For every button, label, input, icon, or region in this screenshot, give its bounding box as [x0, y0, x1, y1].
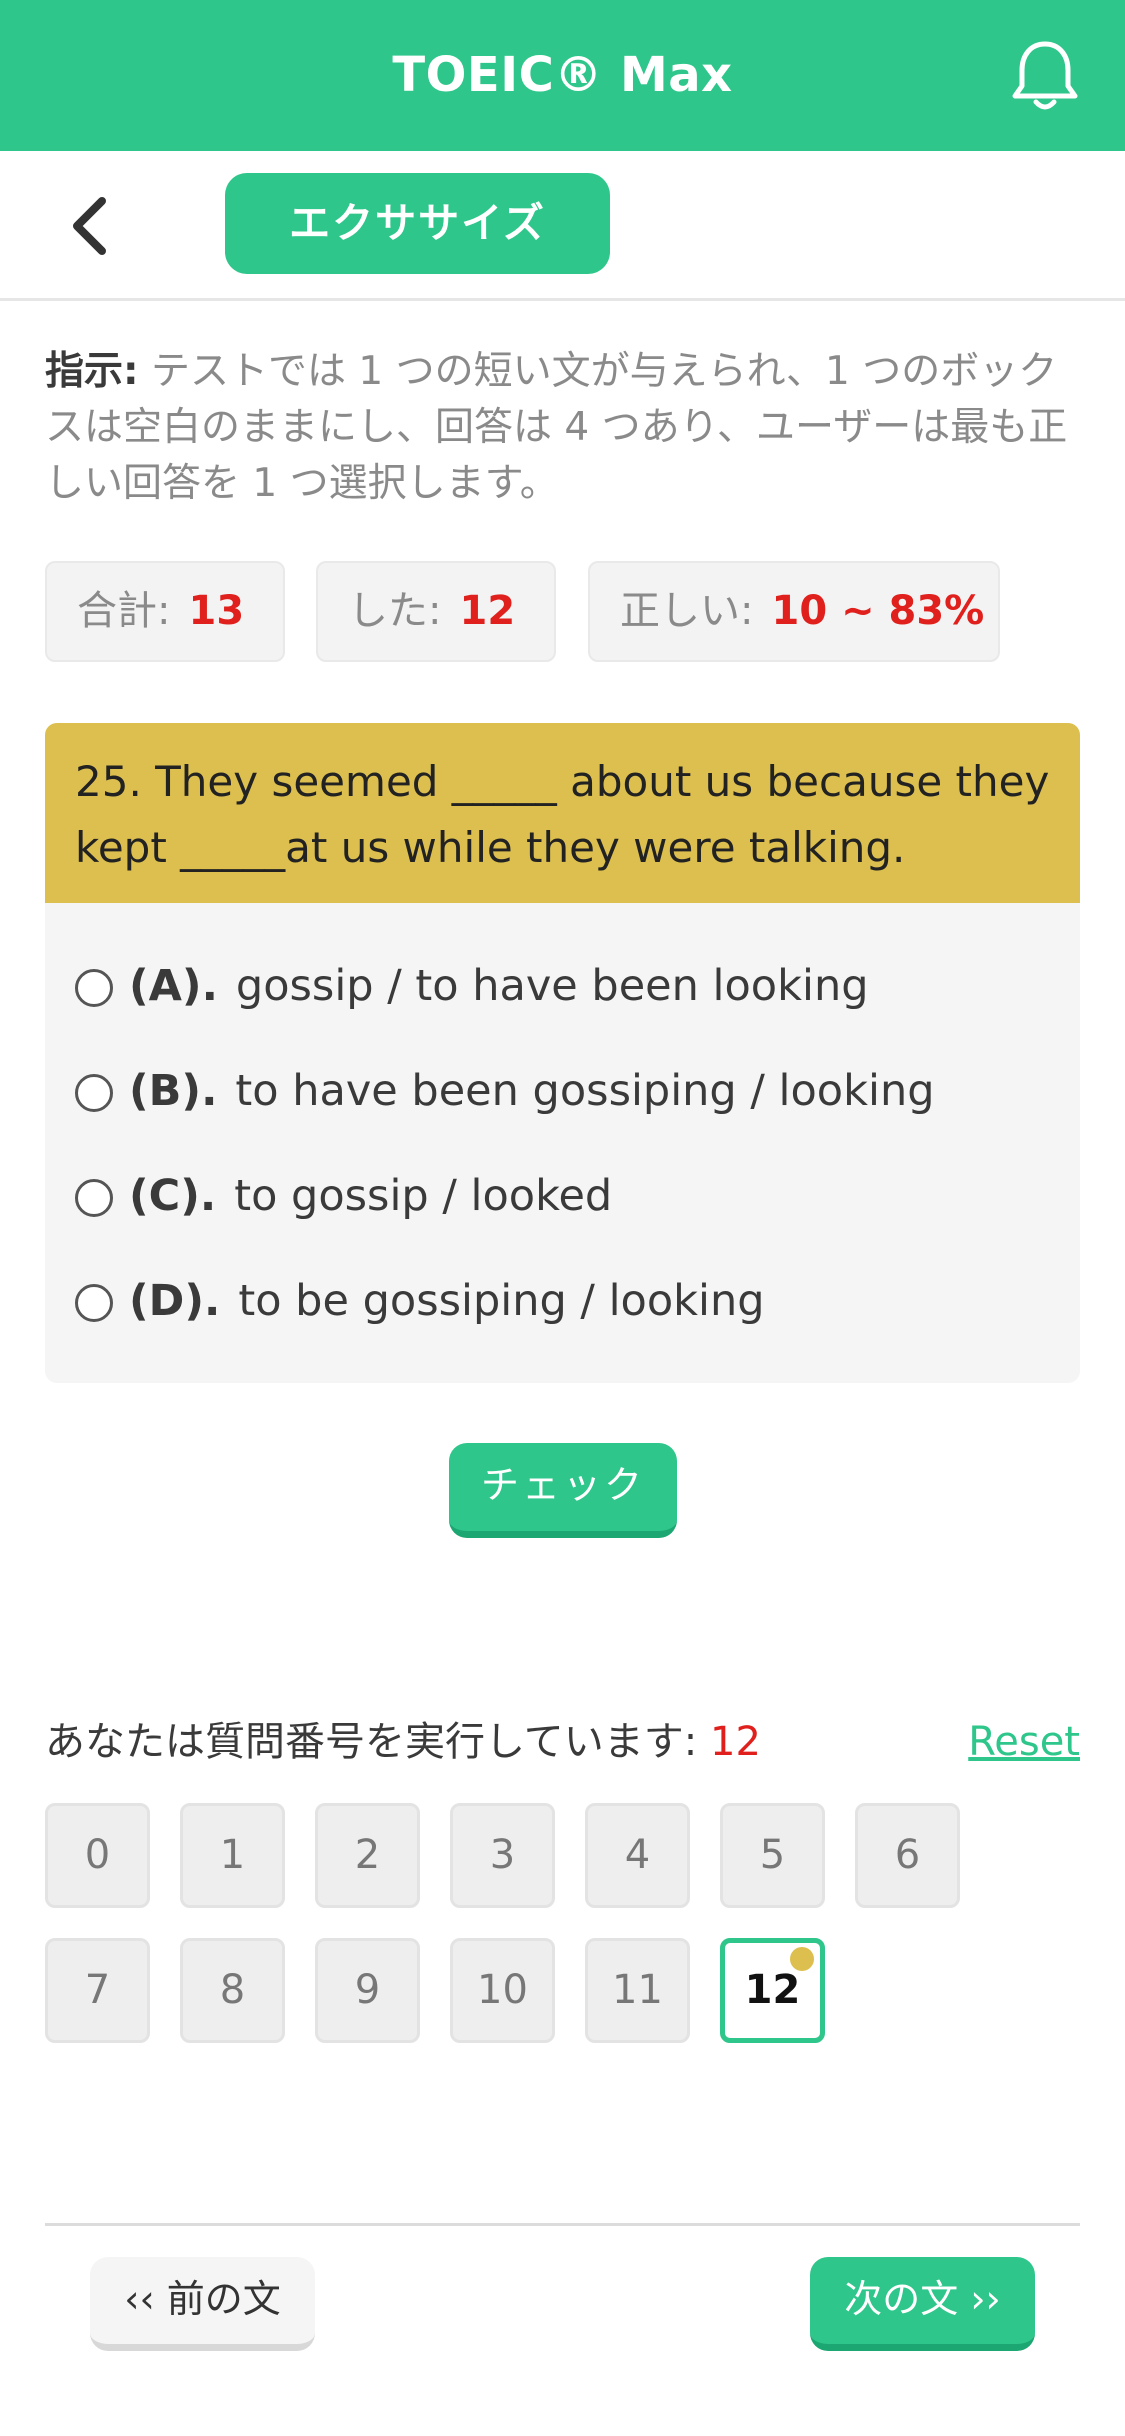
- previous-sentence-button[interactable]: ‹‹ 前の文: [90, 2257, 315, 2351]
- radio-button[interactable]: [75, 1179, 113, 1217]
- question-number-button[interactable]: 2: [315, 1803, 420, 1908]
- question-number-button[interactable]: 5: [720, 1803, 825, 1908]
- progress-text: あなたは質問番号を実行しています: 12: [45, 1712, 761, 1772]
- instructions: 指示: テストでは 1 つの短い文が与えられ、1 つのボックスは空白のままにし、…: [45, 344, 1085, 512]
- divider: [45, 2223, 1080, 2226]
- question-card: 25. They seemed _____ about us because t…: [45, 723, 1080, 1383]
- option-text: to have been gossiping / looking: [235, 1066, 935, 1116]
- question-number-button[interactable]: 0: [45, 1803, 150, 1908]
- question-number-button[interactable]: 11: [585, 1938, 690, 2043]
- tab-exercise[interactable]: エクササイズ: [225, 173, 610, 274]
- option-b[interactable]: (B). to have been gossiping / looking: [75, 1061, 935, 1121]
- radio-button[interactable]: [75, 1284, 113, 1322]
- option-label: (D).: [129, 1276, 221, 1326]
- option-a[interactable]: (A). gossip / to have been looking: [75, 956, 869, 1016]
- stat-total-label: 合計:: [77, 588, 171, 634]
- progress-value: 12: [710, 1719, 761, 1765]
- radio-button[interactable]: [75, 1074, 113, 1112]
- option-text: gossip / to have been looking: [235, 961, 869, 1011]
- check-button[interactable]: チェック: [449, 1443, 677, 1538]
- progress-label: あなたは質問番号を実行しています:: [45, 1719, 698, 1765]
- question-number-button[interactable]: 10: [450, 1938, 555, 2043]
- stat-total-value: 13: [188, 588, 245, 634]
- radio-button[interactable]: [75, 969, 113, 1007]
- question-text: 25. They seemed _____ about us because t…: [45, 723, 1080, 903]
- stat-total: 合計: 13: [45, 561, 285, 662]
- current-indicator-dot: [790, 1947, 814, 1971]
- stat-done-value: 12: [459, 588, 516, 634]
- question-number-button[interactable]: 6: [855, 1803, 960, 1908]
- stat-correct-label: 正しい:: [620, 588, 754, 634]
- option-label: (A).: [129, 961, 218, 1011]
- stat-done-label: した:: [348, 588, 442, 634]
- bell-icon[interactable]: [1010, 38, 1080, 114]
- current-question-button[interactable]: 12: [720, 1938, 825, 2043]
- option-d[interactable]: (D). to be gossiping / looking: [75, 1271, 765, 1331]
- current-question-number: 12: [744, 1967, 801, 2013]
- app-title: TOEIC® Max: [392, 47, 733, 103]
- stat-done: した: 12: [316, 561, 556, 662]
- stat-correct-value: 10 ~ 83%: [771, 588, 985, 634]
- instructions-text: テストでは 1 つの短い文が与えられ、1 つのボックスは空白のままにし、回答は …: [45, 349, 1068, 506]
- option-label: (C).: [129, 1171, 217, 1221]
- reset-link[interactable]: Reset: [968, 1712, 1080, 1772]
- option-label: (B).: [129, 1066, 218, 1116]
- question-grid: 0 1 2 3 4 5 6 7 8 9 10 11 12: [45, 1803, 1045, 2043]
- question-number-button[interactable]: 8: [180, 1938, 285, 2043]
- question-number-button[interactable]: 3: [450, 1803, 555, 1908]
- option-text: to gossip / looked: [234, 1171, 613, 1221]
- next-sentence-button[interactable]: 次の文 ››: [810, 2257, 1035, 2351]
- instructions-label: 指示:: [45, 349, 139, 394]
- sub-header: エクササイズ: [0, 151, 1125, 301]
- stat-correct: 正しい: 10 ~ 83%: [588, 561, 1000, 662]
- option-c[interactable]: (C). to gossip / looked: [75, 1166, 612, 1226]
- question-number-button[interactable]: 1: [180, 1803, 285, 1908]
- question-number-button[interactable]: 9: [315, 1938, 420, 2043]
- question-number-button[interactable]: 7: [45, 1938, 150, 2043]
- back-arrow-icon[interactable]: [62, 191, 122, 261]
- question-number-button[interactable]: 4: [585, 1803, 690, 1908]
- app-bar: TOEIC® Max: [0, 0, 1125, 151]
- option-text: to be gossiping / looking: [238, 1276, 765, 1326]
